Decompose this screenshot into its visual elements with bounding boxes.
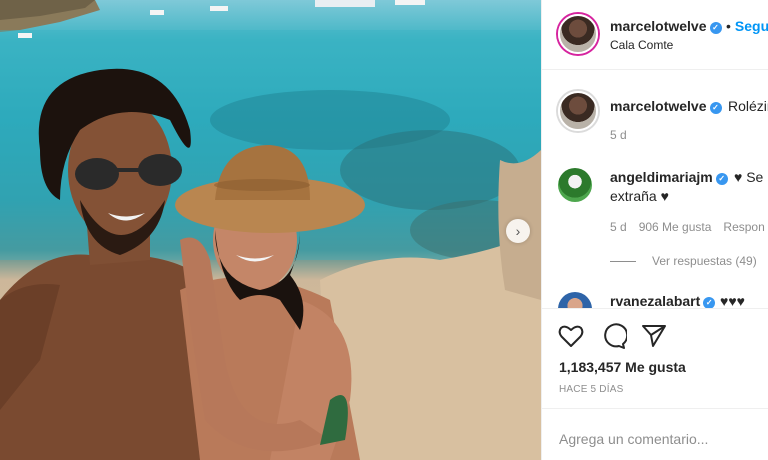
- location-link[interactable]: Cala Comte: [610, 38, 673, 52]
- comment-input[interactable]: Agrega un comentario...: [559, 431, 708, 447]
- commenter-username-2-text[interactable]: rvanezalabart: [610, 293, 700, 308]
- caption-age[interactable]: 5 d: [610, 128, 627, 142]
- post-actions: 1,183,457 Me gusta HACE 5 DÍAS: [542, 310, 768, 410]
- post-time[interactable]: HACE 5 DÍAS: [559, 384, 623, 395]
- comment-text-line2: extraña ♥: [610, 188, 669, 204]
- post-header: marcelotwelve ✓ • Segu Cala Comte: [542, 0, 768, 70]
- caption-text: Rolézin: [728, 98, 768, 114]
- comment-2-text: ♥♥♥: [720, 293, 745, 309]
- verified-badge-icon: ✓: [709, 102, 722, 114]
- view-replies-button[interactable]: Ver respuestas (49): [652, 254, 757, 268]
- comment-likes[interactable]: 906 Me gusta: [639, 220, 712, 234]
- author-username-text[interactable]: marcelotwelve: [610, 18, 707, 34]
- comment-age[interactable]: 5 d: [610, 220, 627, 234]
- caption-avatar[interactable]: [558, 91, 598, 131]
- commenter-avatar[interactable]: [558, 168, 592, 202]
- like-heart-icon[interactable]: [557, 322, 585, 350]
- follow-button[interactable]: • Segu: [726, 18, 768, 34]
- post-photo[interactable]: ›: [0, 0, 541, 460]
- likes-count[interactable]: 1,183,457 Me gusta: [559, 359, 686, 375]
- comments-list[interactable]: marcelotwelve✓ Rolézin 5 d angeldimariaj…: [542, 71, 768, 309]
- comment-composer[interactable]: Agrega un comentario...: [542, 408, 768, 460]
- follow-label[interactable]: Segu: [735, 18, 768, 34]
- comment-bubble-icon[interactable]: [599, 322, 627, 350]
- comment-text-line1: ♥ Se: [734, 169, 764, 185]
- selfie-image: [0, 0, 541, 460]
- caption-username[interactable]: marcelotwelve ✓: [610, 98, 722, 114]
- comment-meta: 5 d 906 Me gusta Respon: [610, 220, 768, 234]
- commenter-username-text[interactable]: angeldimariajm: [610, 169, 713, 185]
- verified-badge-icon: ✓: [703, 297, 716, 308]
- share-plane-icon[interactable]: [640, 322, 668, 350]
- commenter-avatar-2[interactable]: [558, 292, 592, 308]
- separator-dot: •: [726, 18, 731, 34]
- commenter-username[interactable]: angeldimariajm ✓: [610, 169, 728, 185]
- replies-divider: [610, 261, 636, 262]
- verified-badge-icon: ✓: [709, 22, 722, 34]
- next-photo-button[interactable]: ›: [506, 219, 530, 243]
- caption-username-text[interactable]: marcelotwelve: [610, 98, 707, 114]
- reply-button[interactable]: Respon: [723, 220, 764, 234]
- post-side-panel: marcelotwelve ✓ • Segu Cala Comte marcelot…: [541, 0, 768, 460]
- author-username[interactable]: marcelotwelve ✓: [610, 18, 722, 34]
- author-avatar[interactable]: [558, 14, 598, 54]
- commenter-username-2[interactable]: rvanezalabart ✓: [610, 293, 716, 308]
- verified-badge-icon: ✓: [715, 173, 728, 185]
